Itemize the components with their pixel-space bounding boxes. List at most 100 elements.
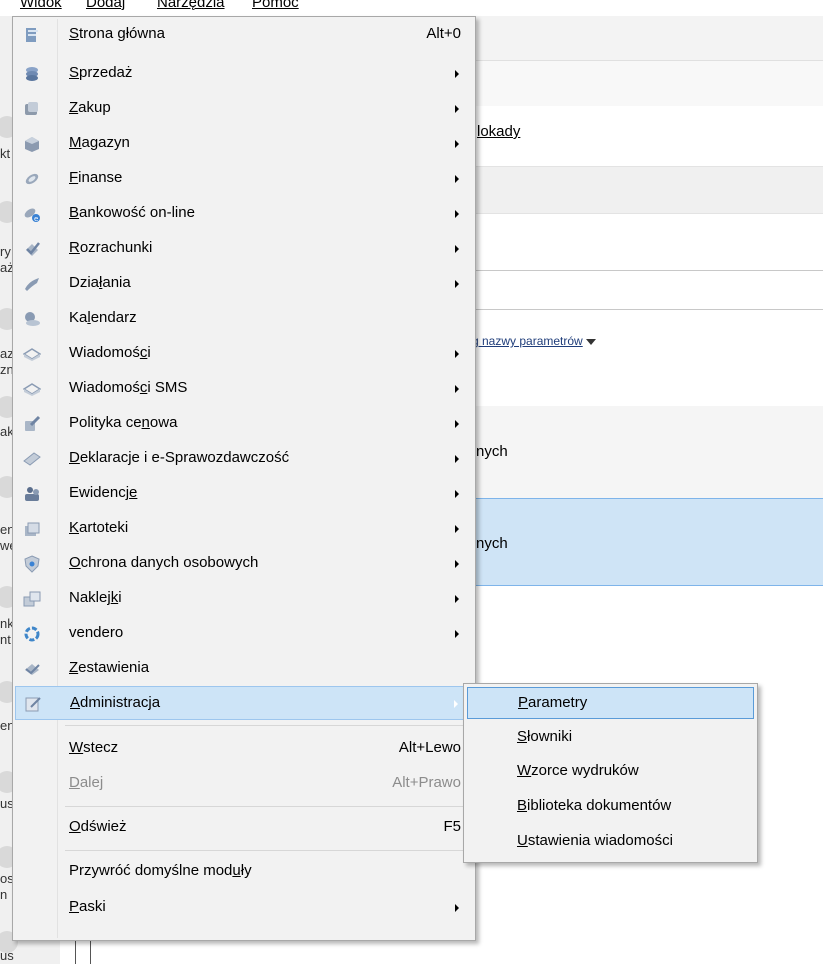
- menu-item-label: Odśwież: [69, 818, 127, 835]
- submenu-arrow-icon: [455, 245, 459, 253]
- menu-item-vendero[interactable]: vendero: [15, 617, 473, 651]
- menu-item-label: Administracja: [70, 694, 161, 711]
- menu-item-przywroc-moduly[interactable]: Przywróć domyślne moduły: [15, 855, 473, 889]
- menu-item-label: Finanse: [69, 169, 123, 186]
- submenu-item-biblioteka-dokumentow[interactable]: Biblioteka dokumentów: [467, 791, 754, 823]
- menu-item-wiadomosci[interactable]: Wiadomości: [15, 337, 473, 371]
- sms-icon: [23, 383, 41, 396]
- warehouse-icon: [25, 137, 39, 152]
- menu-item-label: Naklejki: [69, 589, 122, 606]
- card-index-icon: [25, 522, 40, 536]
- finance-icon: [25, 173, 39, 185]
- filter-field[interactable]: [470, 270, 823, 310]
- submenu-arrow-icon: [455, 350, 459, 358]
- menu-item-zestawienia[interactable]: Zestawienia: [15, 652, 473, 686]
- list-item[interactable]: [470, 406, 823, 498]
- view-menu: Strona główna Alt+0 Sprzedaż Zakup Magaz…: [12, 16, 476, 941]
- submenu-item-wzorce-wydrukow[interactable]: Wzorce wydruków: [467, 756, 754, 788]
- sales-icon: [26, 67, 38, 81]
- list-item-selected[interactable]: [470, 498, 823, 586]
- menu-item-strona-glowna[interactable]: Strona główna Alt+0: [15, 18, 473, 52]
- submenu-arrow-icon: [455, 385, 459, 393]
- pricing-icon: [25, 415, 41, 431]
- menu-item-finanse[interactable]: Finanse: [15, 162, 473, 196]
- submenu-item-slowniki[interactable]: Słowniki: [467, 722, 754, 754]
- menu-item-shortcut: Alt+0: [426, 25, 461, 42]
- submenu-arrow-icon: [455, 560, 459, 568]
- calendar-icon: [25, 312, 40, 326]
- menu-separator: [65, 850, 471, 851]
- submenu-arrow-icon: [455, 630, 459, 638]
- filter-dropdown[interactable]: g nazwy parametrów: [472, 334, 596, 348]
- vendero-icon: [24, 626, 40, 642]
- menu-item-deklaracje[interactable]: Deklaracje i e-Sprawozdawczość: [15, 442, 473, 476]
- submenu-arrow-icon: [455, 70, 459, 78]
- submenu-item-label: Słowniki: [517, 728, 573, 745]
- menu-item-ewidencje[interactable]: Ewidencje: [15, 477, 473, 511]
- menu-item-label: Kartoteki: [69, 519, 129, 536]
- menu-dodaj[interactable]: Dodaj: [86, 0, 125, 11]
- menu-item-wstecz[interactable]: Wstecz Alt+Lewo: [15, 732, 473, 766]
- settlements-icon: [26, 242, 40, 256]
- home-icon: [26, 28, 38, 42]
- menu-item-bankowosc[interactable]: e Bankowość on-line: [15, 197, 473, 231]
- menu-item-zakup[interactable]: Zakup: [15, 92, 473, 126]
- menu-item-rozrachunki[interactable]: Rozrachunki: [15, 232, 473, 266]
- submenu-arrow-icon: [455, 210, 459, 218]
- tab-link[interactable]: lokady: [477, 123, 520, 140]
- menu-pomoc[interactable]: Pomoc: [252, 0, 299, 11]
- menu-item-dzialania[interactable]: Działania: [15, 267, 473, 301]
- filter-label: g nazwy parametrów: [472, 334, 583, 348]
- menu-item-label: Rozrachunki: [69, 239, 153, 256]
- menu-item-sprzedaz[interactable]: Sprzedaż: [15, 57, 473, 91]
- reports-icon: [25, 664, 40, 675]
- submenu-arrow-icon: [455, 455, 459, 463]
- purchase-icon: [25, 102, 38, 115]
- records-icon: [25, 487, 39, 501]
- menu-item-label: Paski: [69, 898, 106, 915]
- activities-icon: [25, 278, 39, 291]
- menu-item-administracja[interactable]: Administracja: [15, 686, 473, 720]
- submenu-arrow-icon: [455, 904, 459, 912]
- sidebar-fragment: ry: [0, 244, 11, 259]
- svg-text:e: e: [34, 215, 38, 223]
- menu-item-label: Dalej: [69, 774, 104, 791]
- menu-item-ochrona-danych[interactable]: Ochrona danych osobowych: [15, 547, 473, 581]
- online-banking-icon: e: [24, 208, 40, 223]
- submenu-item-parametry[interactable]: Parametry: [467, 687, 754, 719]
- menu-item-label: Ochrona danych osobowych: [69, 554, 259, 571]
- menu-item-label: Ewidencje: [69, 484, 138, 501]
- menu-item-dalej[interactable]: Dalej Alt+Prawo: [15, 767, 473, 801]
- menu-item-kalendarz[interactable]: Kalendarz: [15, 302, 473, 336]
- sidebar-fragment: kt: [0, 146, 11, 161]
- messages-icon: [23, 348, 41, 361]
- menu-separator: [65, 806, 471, 807]
- menu-item-label: Działania: [69, 274, 131, 291]
- menu-item-polityka-cenowa[interactable]: Polityka cenowa: [15, 407, 473, 441]
- dropdown-arrow-icon: [585, 338, 596, 345]
- menu-item-label: Wiadomości: [69, 344, 151, 361]
- menu-widok[interactable]: Widok: [20, 0, 62, 11]
- menu-item-wiadomosci-sms[interactable]: Wiadomości SMS: [15, 372, 473, 406]
- menu-separator: [65, 725, 471, 726]
- menu-item-label: Sprzedaż: [69, 64, 133, 81]
- menu-item-label: Przywróć domyślne moduły: [69, 862, 252, 879]
- menu-item-label: Kalendarz: [69, 309, 137, 326]
- menu-item-shortcut: Alt+Prawo: [392, 774, 461, 791]
- list-item-label: nych: [476, 443, 508, 460]
- menu-narzedzia[interactable]: Narzędzia: [157, 0, 225, 11]
- submenu-arrow-icon: [455, 420, 459, 428]
- list-item-label: nych: [476, 535, 508, 552]
- submenu-arrow-icon: [455, 595, 459, 603]
- menu-item-kartoteki[interactable]: Kartoteki: [15, 512, 473, 546]
- menu-item-magazyn[interactable]: Magazyn: [15, 127, 473, 161]
- submenu-arrow-icon: [455, 280, 459, 288]
- menu-item-odswiez[interactable]: Odśwież F5: [15, 811, 473, 845]
- menu-bar: Widok Dodaj Narzędzia Pomoc: [0, 0, 823, 16]
- menu-item-paski[interactable]: Paski: [15, 891, 473, 925]
- menu-item-naklejki[interactable]: Naklejki: [15, 582, 473, 616]
- submenu-item-label: Ustawienia wiadomości: [517, 832, 673, 849]
- menu-item-label: Polityka cenowa: [69, 414, 178, 431]
- submenu-item-label: Wzorce wydruków: [517, 762, 639, 779]
- submenu-item-ustawienia-wiadomosci[interactable]: Ustawienia wiadomości: [467, 826, 754, 858]
